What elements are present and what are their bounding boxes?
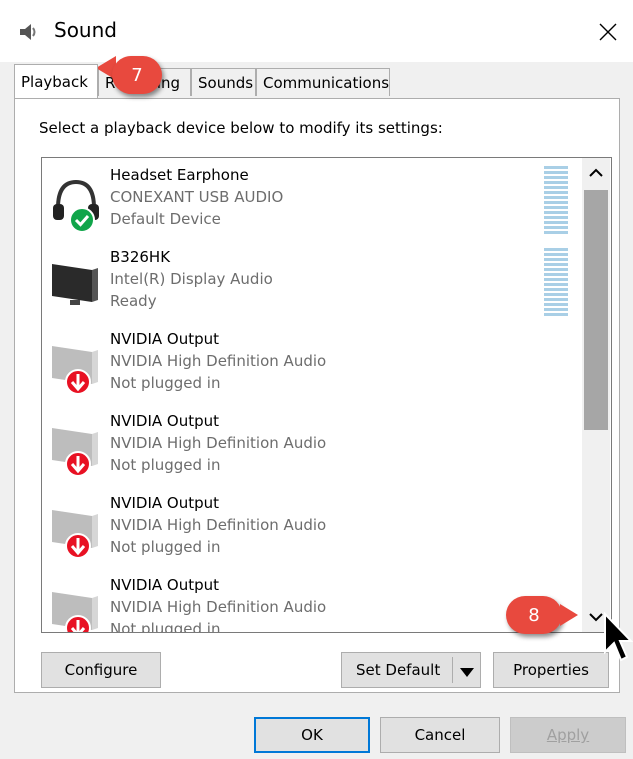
list-scrollbar[interactable]	[582, 158, 610, 632]
device-name: NVIDIA Output	[110, 494, 220, 512]
mouse-cursor-icon	[604, 612, 633, 662]
device-name: NVIDIA Output	[110, 576, 220, 594]
tab-playback[interactable]: Playback	[14, 64, 98, 98]
device-driver: NVIDIA High Definition Audio	[110, 434, 327, 452]
ok-button[interactable]: OK	[254, 717, 370, 753]
volume-meter	[544, 248, 568, 318]
instruction-text: Select a playback device below to modify…	[39, 119, 443, 137]
device-status: Ready	[110, 292, 157, 310]
step-8-callout: 8	[506, 596, 562, 634]
device-status: Not plugged in	[110, 374, 221, 392]
title-bar: Sound	[0, 0, 633, 62]
sound-dialog: Sound Playback Recording Sounds Communic…	[0, 0, 633, 759]
chevron-down-icon	[589, 613, 603, 622]
device-status: Not plugged in	[110, 538, 221, 556]
tab-communications[interactable]: Communications	[256, 68, 390, 96]
monitor-unplugged-icon	[52, 510, 98, 559]
dropdown-arrow-icon[interactable]	[460, 664, 474, 682]
device-driver: NVIDIA High Definition Audio	[110, 352, 327, 370]
device-item[interactable]: NVIDIA Output NVIDIA High Definition Aud…	[42, 404, 582, 486]
monitor-icon	[52, 264, 98, 305]
window-title: Sound	[54, 18, 117, 42]
device-name: B326HK	[110, 248, 171, 266]
device-driver: Intel(R) Display Audio	[110, 270, 273, 288]
tab-label: Playback	[21, 72, 88, 91]
tab-label: Sounds	[198, 73, 254, 92]
tab-sounds[interactable]: Sounds	[191, 68, 256, 96]
monitor-unplugged-icon	[52, 428, 98, 477]
set-default-label: Set Default	[356, 661, 441, 679]
device-item[interactable]: NVIDIA Output NVIDIA High Definition Aud…	[42, 486, 582, 568]
device-driver: CONEXANT USB AUDIO	[110, 188, 284, 206]
close-icon	[599, 23, 617, 41]
speaker-icon	[20, 24, 36, 40]
device-name: Headset Earphone	[110, 166, 249, 184]
monitor-unplugged-icon	[52, 346, 98, 395]
scrollbar-thumb[interactable]	[584, 190, 608, 430]
callout-pointer	[560, 604, 578, 626]
device-item[interactable]: B326HK Intel(R) Display Audio Ready	[42, 240, 582, 322]
configure-button[interactable]: Configure	[41, 652, 161, 688]
split-divider	[452, 657, 453, 683]
step-7-callout: 7	[112, 56, 162, 94]
device-name: NVIDIA Output	[110, 412, 220, 430]
chevron-up-icon	[589, 168, 603, 177]
device-status: Not plugged in	[110, 456, 221, 474]
headset-icon	[53, 179, 99, 233]
set-default-button[interactable]: Set Default	[341, 652, 481, 688]
device-item[interactable]: Headset Earphone CONEXANT USB AUDIO Defa…	[42, 158, 582, 240]
tab-label: Communications	[263, 73, 390, 92]
close-button[interactable]	[590, 14, 626, 50]
volume-meter	[544, 166, 568, 236]
apply-button[interactable]: Apply	[510, 717, 626, 753]
device-item[interactable]: NVIDIA Output NVIDIA High Definition Aud…	[42, 568, 582, 633]
device-list[interactable]: Headset Earphone CONEXANT USB AUDIO Defa…	[41, 157, 612, 633]
device-item[interactable]: NVIDIA Output NVIDIA High Definition Aud…	[42, 322, 582, 404]
properties-button[interactable]: Properties	[493, 652, 609, 688]
device-name: NVIDIA Output	[110, 330, 220, 348]
device-status: Default Device	[110, 210, 221, 228]
device-driver: NVIDIA High Definition Audio	[110, 516, 327, 534]
device-driver: NVIDIA High Definition Audio	[110, 598, 327, 616]
monitor-unplugged-icon	[52, 592, 98, 632]
scroll-up-button[interactable]	[582, 158, 610, 188]
device-status: Not plugged in	[110, 620, 221, 633]
cancel-button[interactable]: Cancel	[380, 717, 500, 753]
